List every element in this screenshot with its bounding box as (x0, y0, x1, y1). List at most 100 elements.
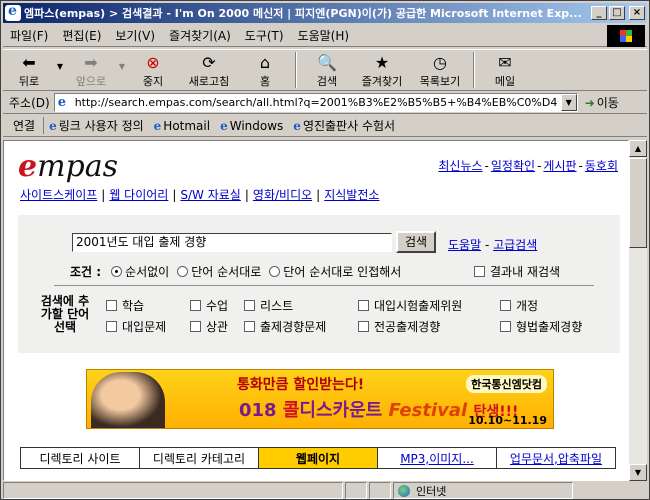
forward-button[interactable]: ➡ 앞으로 (65, 50, 117, 90)
link-club[interactable]: 동호회 (585, 159, 618, 173)
links-bar: 연결 e 링크 사용자 정의 e Hotmail e Windows e 영진출판사 수… (3, 115, 647, 137)
tab-documents[interactable]: 업무문서,압축파일 (497, 448, 615, 468)
forward-label: 앞으로 (75, 75, 107, 88)
status-text (3, 482, 343, 499)
tab-webpage[interactable]: 웹페이지 (259, 448, 378, 468)
terms-row: 대입문제 상관 출제경향문제 전공출제경향 형법출제경향 (106, 316, 606, 337)
menu-bar: 파일(F) 편집(E) 보기(V) 즐겨찾기(A) 도구(T) 도움말(H) (3, 25, 647, 47)
cat-knowledge[interactable]: 지식발전소 (324, 188, 379, 202)
toolbar-separator (295, 52, 297, 88)
history-icon: ◷ (433, 52, 447, 72)
favorites-icon: ★ (374, 52, 390, 72)
menu-favorites[interactable]: 즐겨찾기(A) (162, 27, 238, 44)
scroll-down-icon[interactable]: ▼ (629, 464, 647, 481)
empas-logo[interactable]: empas (18, 149, 118, 184)
cat-sitescape[interactable]: 사이트스케이프 (20, 188, 97, 202)
tab-mp3-image[interactable]: MP3,이미지... (378, 448, 497, 468)
option-adjacent[interactable]: 단어 순서대로 인접해서 (269, 263, 401, 280)
term-checkbox[interactable]: 학습 (106, 297, 190, 314)
option-any-order[interactable]: 순서없이 (111, 263, 169, 280)
cat-sw[interactable]: S/W 자료실 (180, 188, 240, 202)
link-youngjin[interactable]: e 영진출판사 수험서 (288, 117, 400, 134)
ad-banner[interactable]: 통화만큼 할인받는다! 018 콜디스카운트 Festival 탄생!!! 한국… (86, 369, 554, 429)
close-button[interactable]: × (629, 6, 645, 20)
vertical-scrollbar[interactable]: ▲ ▼ (629, 140, 647, 481)
term-checkbox[interactable]: 대입문제 (106, 318, 190, 335)
menu-tools[interactable]: 도구(T) (238, 27, 291, 44)
cat-web-diary[interactable]: 웹 다이어리 (109, 188, 168, 202)
link-news[interactable]: 최신뉴스 (438, 159, 482, 173)
mail-label: 메일 (494, 75, 516, 88)
option-in-order[interactable]: 단어 순서대로 (177, 263, 261, 280)
search-button[interactable]: 🔍 검색 (301, 50, 353, 90)
search-submit-button[interactable]: 검색 (396, 231, 436, 253)
go-button[interactable]: ➜ 이동 (585, 94, 619, 111)
link-customize[interactable]: e 링크 사용자 정의 (44, 117, 149, 134)
link-hotmail[interactable]: e Hotmail (149, 119, 215, 133)
globe-icon (398, 484, 410, 497)
maximize-button[interactable]: □ (609, 6, 625, 20)
back-dropdown-icon[interactable]: ▼ (55, 62, 65, 71)
top-links: 최신뉴스 - 일정확인 - 게시판 - 동호회 (438, 159, 618, 173)
history-button[interactable]: ◷ 목록보기 (411, 50, 469, 90)
advanced-search-link[interactable]: 고급검색 (493, 238, 537, 252)
security-zone: 인터넷 (393, 482, 573, 499)
link-schedule[interactable]: 일정확인 (491, 159, 535, 173)
page-content: empas 최신뉴스 - 일정확인 - 게시판 - 동호회 사이트스케이프 | 웹 다이어리 | S… (3, 140, 629, 481)
refresh-button[interactable]: ⟳ 새로고침 (179, 50, 239, 90)
search-label: 검색 (316, 75, 338, 88)
add-terms-grid: 학습 수업 리스트 대입시험출제위원 개정 대입문제 상관 출제경향문제 전공출… (106, 295, 606, 337)
home-button[interactable]: ⌂ 홈 (239, 50, 291, 90)
help-link[interactable]: 도움말 (448, 238, 481, 252)
address-input[interactable]: e http://search.empas.com/search/all.htm… (53, 93, 578, 112)
home-label: 홈 (259, 75, 271, 88)
toolbar: ⬅ 뒤로 ▼ ➡ 앞으로 ▼ ⊗ 중지 ⟳ 새로고침 ⌂ 홈 🔍 검색 ★ 즐겨… (3, 49, 647, 91)
term-checkbox[interactable]: 개정 (500, 297, 538, 314)
ie-icon (5, 3, 21, 21)
stop-button[interactable]: ⊗ 중지 (127, 50, 179, 90)
link-page-icon: e (293, 118, 301, 133)
link-board[interactable]: 게시판 (543, 159, 576, 173)
term-checkbox[interactable]: 출제경향문제 (244, 318, 358, 335)
term-checkbox[interactable]: 전공출제경향 (358, 318, 500, 335)
mail-button[interactable]: ✉ 메일 (479, 50, 531, 90)
stop-label: 중지 (142, 75, 164, 88)
link-page-icon: e (153, 118, 162, 133)
minimize-button[interactable]: _ (591, 6, 607, 20)
term-checkbox[interactable]: 리스트 (244, 297, 358, 314)
term-checkbox[interactable]: 수업 (190, 297, 244, 314)
back-label: 뒤로 (18, 75, 40, 88)
scroll-thumb[interactable] (629, 158, 647, 248)
go-arrow-icon: ➜ (584, 95, 595, 110)
tab-directory-site[interactable]: 디렉토리 사이트 (21, 448, 140, 468)
banner-dates: 10.10~11.19 (468, 414, 547, 427)
menu-help[interactable]: 도움말(H) (291, 27, 357, 44)
menu-file[interactable]: 파일(F) (3, 27, 55, 44)
scroll-up-icon[interactable]: ▲ (629, 140, 647, 157)
term-checkbox[interactable]: 상관 (190, 318, 244, 335)
tab-directory-category[interactable]: 디렉토리 카테고리 (140, 448, 259, 468)
search-within-results[interactable]: 결과내 재검색 (474, 263, 560, 280)
back-arrow-icon: ⬅ (22, 52, 36, 72)
links-label: 연결 (3, 117, 45, 134)
cat-movie[interactable]: 영화/비디오 (253, 188, 312, 202)
back-button[interactable]: ⬅ 뒤로 (3, 50, 55, 90)
search-input[interactable]: 2001년도 대입 출제 경향 (72, 233, 392, 252)
browser-window: 엠파스(empas) > 검색결과 - I'm On 2000 메신저 | 피지… (0, 0, 650, 500)
menu-view[interactable]: 보기(V) (108, 27, 162, 44)
window-title: 엠파스(empas) > 검색결과 - I'm On 2000 메신저 | 피지… (24, 7, 582, 20)
term-checkbox[interactable]: 대입시험출제위원 (358, 297, 500, 314)
stop-icon: ⊗ (146, 52, 160, 72)
search-links: 도움말 - 고급검색 (448, 238, 538, 252)
term-checkbox[interactable]: 형법출제경향 (500, 318, 582, 335)
favorites-button[interactable]: ★ 즐겨찾기 (353, 50, 411, 90)
forward-dropdown-icon[interactable]: ▼ (117, 62, 127, 71)
status-panel (345, 482, 367, 499)
favorites-label: 즐겨찾기 (361, 75, 403, 88)
address-dropdown-icon[interactable]: ▼ (560, 94, 577, 111)
add-terms-label: 검색에 추가할 단어 선택 (40, 294, 90, 334)
menu-edit[interactable]: 편집(E) (55, 27, 108, 44)
page-icon: e (57, 94, 66, 110)
link-windows[interactable]: e Windows (215, 119, 288, 133)
status-bar: 인터넷 (3, 482, 647, 499)
